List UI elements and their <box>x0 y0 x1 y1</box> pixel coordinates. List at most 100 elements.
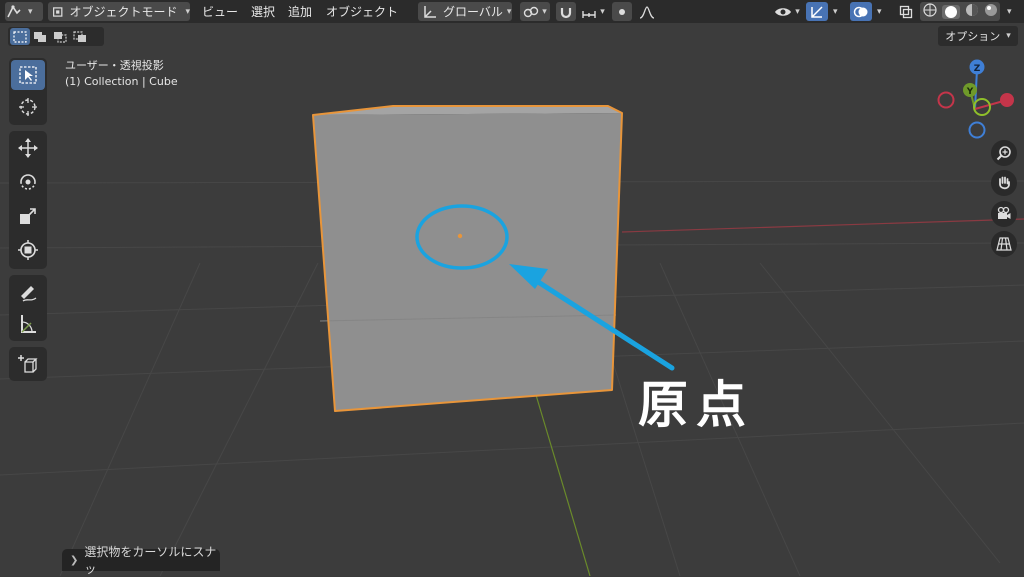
snap-target-button[interactable]: ▾ <box>579 2 607 21</box>
select-new-icon <box>13 30 27 43</box>
viewport-scene <box>0 105 1024 576</box>
select-box-icon <box>19 66 37 84</box>
viewport-header: ▾ オブジェクトモード ▾ ビュー 選択 追加 オブジェクト グローバル ▾ ▾ <box>0 0 1024 23</box>
select-invert-button[interactable] <box>70 28 90 45</box>
annotation-label: 原点 <box>638 376 754 434</box>
mode-label: オブジェクトモード <box>69 5 178 19</box>
status-text: 選択物をカーソルにスナッ <box>84 545 217 576</box>
eye-icon <box>775 7 792 16</box>
move-icon <box>18 138 38 158</box>
select-invert-icon <box>73 30 86 42</box>
chevron-down-icon: ▾ <box>185 6 190 17</box>
rendered-shading-icon[interactable] <box>984 3 998 20</box>
wireframe-shading-icon[interactable] <box>922 3 937 20</box>
xray-icon <box>899 5 913 18</box>
y-axis-line <box>535 394 591 576</box>
chevron-down-icon: ▾ <box>600 6 605 17</box>
editor-type-icon <box>7 4 21 17</box>
select-extend-icon <box>34 31 46 42</box>
gizmo-toggle[interactable] <box>806 2 828 21</box>
link-icon <box>524 6 539 17</box>
solid-shading-icon[interactable] <box>941 4 960 19</box>
orientation-axes-icon <box>424 6 436 18</box>
falloff-button[interactable] <box>636 2 658 21</box>
toolbar-annotate-group <box>9 275 47 341</box>
transform-tool[interactable] <box>11 235 45 265</box>
add-cube-tool[interactable] <box>11 349 45 379</box>
shading-mode-group <box>920 2 1000 21</box>
xray-toggle[interactable] <box>896 2 916 21</box>
select-subtract-icon <box>54 31 67 43</box>
menu-view[interactable]: ビュー <box>202 2 238 21</box>
menu-select[interactable]: 選択 <box>251 2 275 21</box>
annotate-pencil-icon <box>21 286 37 302</box>
grid-perspective-icon <box>996 237 1012 251</box>
select-new-button[interactable] <box>10 28 30 45</box>
chevron-down-icon: ▾ <box>795 6 800 17</box>
chevron-down-icon: ▾ <box>1006 31 1011 41</box>
toolbar-select-group <box>9 58 47 125</box>
gizmo-icon <box>811 5 823 18</box>
measure-tool[interactable] <box>11 309 45 339</box>
cube-object[interactable] <box>312 105 623 412</box>
menu-object[interactable]: オブジェクト <box>326 2 398 21</box>
perspective-toggle-button[interactable] <box>991 231 1017 257</box>
gizmo-y-label: Y <box>966 87 974 97</box>
camera-view-button[interactable] <box>991 201 1017 227</box>
transform-orientation-selector[interactable]: グローバル ▾ <box>418 2 512 21</box>
status-hint[interactable]: ❯ 選択物をカーソルにスナッ <box>62 545 220 576</box>
select-mode-group <box>8 27 104 46</box>
select-box-tool[interactable] <box>11 60 45 90</box>
gizmo-x-handle[interactable] <box>1000 93 1014 107</box>
overlays-dropdown[interactable]: ▾ <box>874 2 888 21</box>
menu-add[interactable]: 追加 <box>288 2 312 21</box>
origin-dot <box>457 233 463 239</box>
editor-type-button[interactable]: ▾ <box>5 2 43 21</box>
material-shading-icon[interactable] <box>965 3 979 20</box>
add-cube-icon <box>18 355 38 373</box>
navigation-gizmo[interactable]: Z Y <box>932 57 1022 147</box>
chevron-down-icon: ▾ <box>542 6 547 17</box>
chevron-down-icon: ▾ <box>28 6 33 17</box>
x-axis-line <box>621 218 1024 233</box>
measure-ruler-icon <box>21 315 36 333</box>
select-subtract-button[interactable] <box>50 28 70 45</box>
cursor-tool[interactable] <box>11 92 45 122</box>
transform-icon <box>18 240 38 260</box>
pan-button[interactable] <box>991 170 1017 196</box>
snap-increment-icon <box>582 10 596 18</box>
hand-icon <box>999 176 1010 190</box>
rotate-tool[interactable] <box>11 167 45 197</box>
chevron-down-icon: ▾ <box>506 6 512 17</box>
mode-selector[interactable]: オブジェクトモード ▾ <box>48 2 190 21</box>
toolbar-transform-group <box>9 131 47 269</box>
chevron-right-icon: ❯ <box>70 554 79 566</box>
visibility-button[interactable]: ▾ <box>772 2 802 21</box>
orientation-label: グローバル <box>443 5 503 19</box>
options-label: オプション <box>945 30 1001 43</box>
snap-toggle[interactable] <box>556 2 576 21</box>
move-tool[interactable] <box>11 133 45 163</box>
scale-tool[interactable] <box>11 201 45 231</box>
proportional-editing-toggle[interactable] <box>612 2 632 21</box>
gizmo-neg-z-handle[interactable] <box>968 121 986 139</box>
overlays-toggle[interactable] <box>850 2 872 21</box>
scale-icon <box>20 208 36 224</box>
pivot-point-button[interactable]: ▾ <box>520 2 550 21</box>
gizmo-z-label: Z <box>974 64 981 74</box>
zoom-icon <box>996 146 1011 161</box>
gizmo-dropdown[interactable]: ▾ <box>830 2 844 21</box>
view-name: ユーザー・透視投影 <box>65 59 164 72</box>
magnet-icon <box>560 7 572 18</box>
camera-icon <box>997 206 1011 219</box>
select-extend-button[interactable] <box>30 28 50 45</box>
gizmo-neg-x-handle[interactable] <box>937 91 955 109</box>
annotate-tool[interactable] <box>11 277 45 307</box>
cursor-3d-icon <box>19 98 37 116</box>
cube-front-face <box>313 113 622 411</box>
zoom-button[interactable] <box>991 140 1017 166</box>
3d-viewport[interactable]: ユーザー・透視投影 (1) Collection | Cube 原点 オプション… <box>0 23 1024 576</box>
shading-dropdown[interactable]: ▾ <box>1004 2 1018 21</box>
options-button[interactable]: オプション ▾ <box>938 26 1018 46</box>
proportional-edit-icon <box>619 8 625 15</box>
